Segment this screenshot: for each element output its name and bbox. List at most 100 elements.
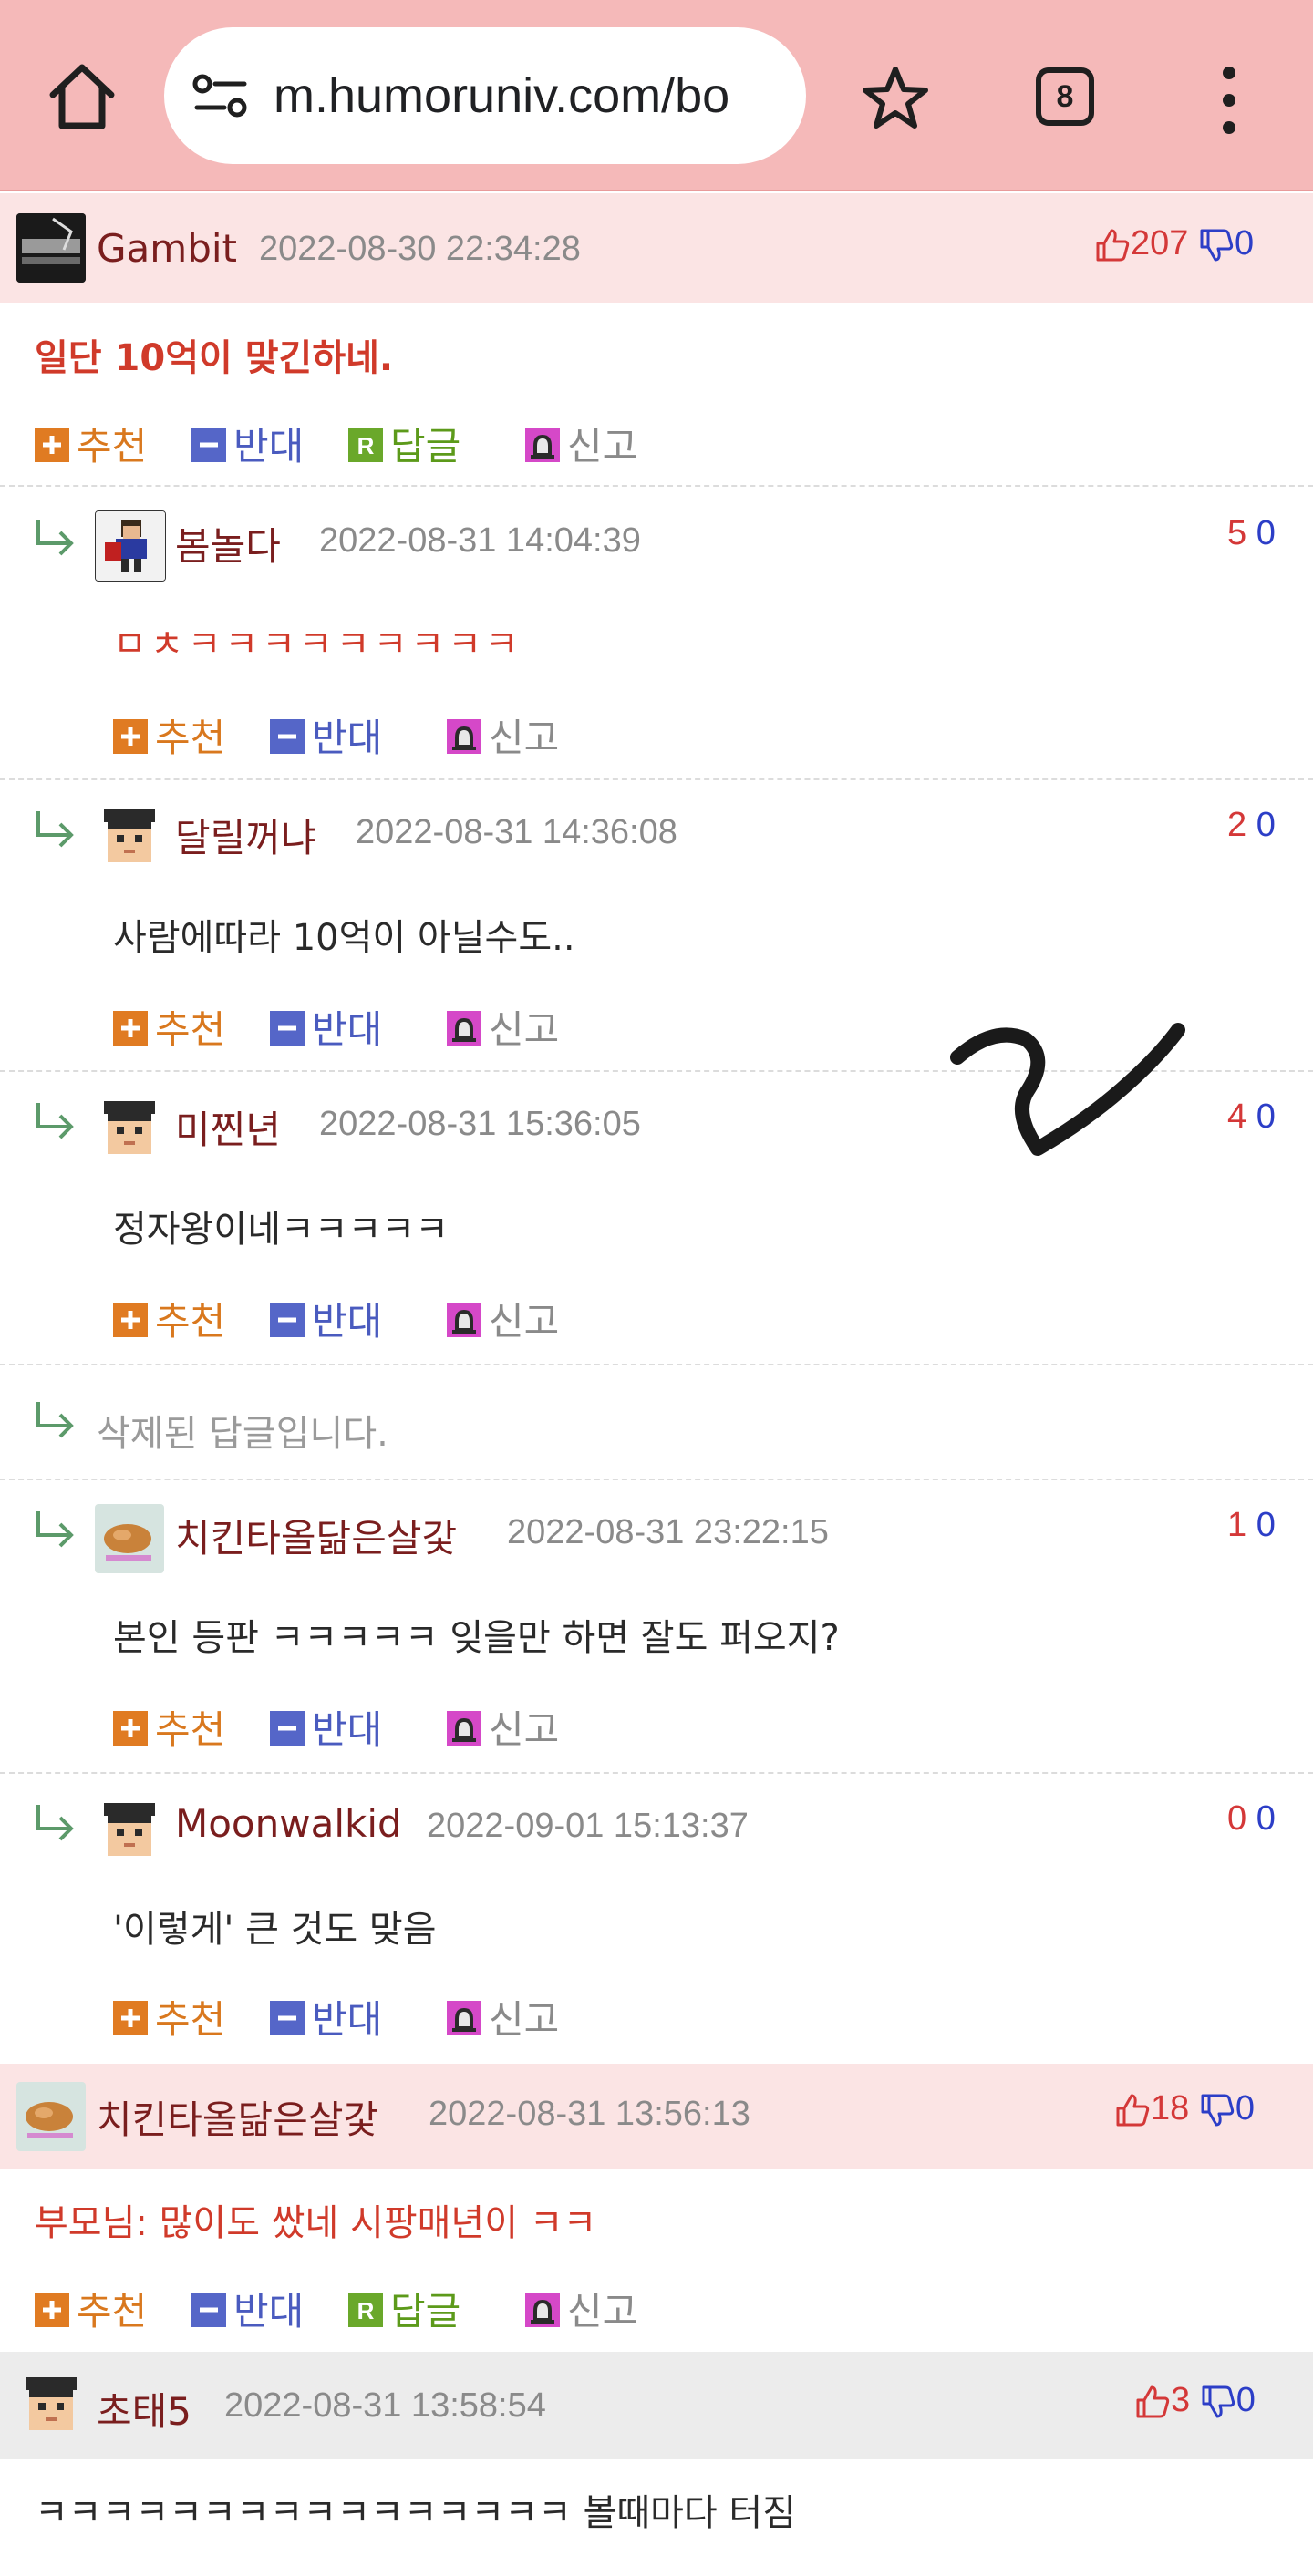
- plus-icon: [113, 2000, 148, 2035]
- oppose-label: 반대: [312, 1299, 383, 1344]
- reply-comment: 치킨타올닮은살갗 2022-08-31 23:22:15 1 0 본인 등판 ㅋ…: [0, 1480, 1313, 1774]
- plus-icon: [113, 1710, 148, 1746]
- siren-icon: [525, 2292, 560, 2327]
- downvote-count: 0: [1256, 1097, 1276, 1136]
- upvote-count: 207: [1131, 224, 1189, 263]
- reply-button[interactable]: R 답글: [348, 2281, 460, 2336]
- downvote-count: 0: [1234, 224, 1255, 263]
- oppose-button[interactable]: 반대: [270, 1291, 382, 1346]
- upvote-count: 18: [1151, 2089, 1190, 2128]
- comment-text: 사람에따라 10억이 아닐수도..: [113, 917, 575, 959]
- oppose-button[interactable]: 반대: [270, 1699, 382, 1755]
- report-label: 신고: [489, 1707, 560, 1752]
- reply-r-icon: R: [348, 2292, 383, 2327]
- report-label: 신고: [567, 2289, 638, 2334]
- oppose-button[interactable]: 반대: [191, 416, 304, 471]
- svg-text:R: R: [357, 2297, 375, 2324]
- recommend-button[interactable]: 추천: [113, 999, 225, 1055]
- comment-actions: 추천 반대 신고: [113, 707, 660, 760]
- home-icon[interactable]: [44, 60, 120, 133]
- reply-button[interactable]: R 답글: [348, 416, 460, 471]
- recommend-button[interactable]: 추천: [35, 416, 147, 471]
- report-button[interactable]: 신고: [447, 1699, 559, 1755]
- report-button[interactable]: 신고: [447, 999, 559, 1055]
- report-button[interactable]: 신고: [447, 1291, 559, 1346]
- report-label: 신고: [489, 716, 560, 760]
- report-button[interactable]: 신고: [447, 1989, 559, 2045]
- upvote-count: 2: [1227, 806, 1247, 844]
- upvote-count: 3: [1171, 2381, 1191, 2419]
- recommend-button[interactable]: 추천: [113, 1699, 225, 1755]
- recommend-label: 추천: [77, 2289, 148, 2334]
- recommend-button[interactable]: 추천: [113, 1989, 225, 2045]
- reply-comment: Moonwalkid 2022-09-01 15:13:37 0 0 '이렇게'…: [0, 1774, 1313, 2064]
- oppose-label: 반대: [233, 424, 305, 469]
- vote-score: 5 0: [1227, 514, 1276, 553]
- url-text[interactable]: m.humoruniv.com/bo: [274, 66, 729, 126]
- comment-header: 초태5 2022-08-31 13:58:54 3 0: [0, 2352, 1313, 2459]
- report-button[interactable]: 신고: [447, 707, 559, 763]
- recommend-label: 추천: [155, 1997, 226, 2042]
- report-button[interactable]: 신고: [525, 2281, 637, 2336]
- author-name[interactable]: 초태5: [97, 2381, 191, 2437]
- comment-text: '이렇게' 큰 것도 맞음: [113, 1909, 437, 1951]
- report-label: 신고: [567, 424, 638, 469]
- oppose-button[interactable]: 반대: [270, 707, 382, 763]
- downvote-count: 0: [1235, 2089, 1255, 2128]
- reply-arrow-icon: [33, 1508, 78, 1550]
- bookmark-star-icon[interactable]: [861, 64, 930, 133]
- recommend-label: 추천: [155, 716, 226, 760]
- reply-r-icon: R: [348, 427, 383, 462]
- comment-date: 2022-08-30 22:34:28: [259, 230, 581, 268]
- author-name[interactable]: 달릴꺼냐: [175, 808, 316, 863]
- thumbs-up-icon: [1114, 2092, 1151, 2128]
- minus-icon: [270, 1302, 305, 1337]
- author-name[interactable]: 봄놀다: [175, 516, 281, 572]
- downvote-count: 0: [1256, 1506, 1276, 1544]
- site-settings-icon[interactable]: [191, 71, 250, 122]
- vote-score: 2 0: [1227, 806, 1276, 845]
- siren-icon: [447, 1010, 481, 1046]
- recommend-label: 추천: [155, 1707, 226, 1752]
- address-bar[interactable]: m.humoruniv.com/bo: [164, 27, 806, 164]
- recommend-button[interactable]: 추천: [113, 1291, 225, 1346]
- upvote-count: 0: [1227, 1799, 1247, 1838]
- plus-icon: [113, 718, 148, 754]
- oppose-button[interactable]: 반대: [191, 2281, 304, 2336]
- author-name[interactable]: Moonwalkid: [175, 1801, 402, 1846]
- comment-actions: 추천 반대 R 답글 신고: [35, 2281, 673, 2334]
- plus-icon: [113, 1302, 148, 1337]
- avatar: [95, 1798, 164, 1867]
- svg-text:R: R: [357, 432, 375, 459]
- oppose-label: 반대: [233, 2289, 305, 2334]
- comment-actions: 추천 반대 신고: [113, 1699, 660, 1752]
- oppose-label: 반대: [312, 716, 383, 760]
- comment-actions: 추천 반대 R 답글 신고: [35, 416, 673, 469]
- comment-date: 2022-09-01 15:13:37: [427, 1807, 749, 1845]
- recommend-button[interactable]: 추천: [35, 2281, 147, 2336]
- recommend-button[interactable]: 추천: [113, 707, 225, 763]
- reply-arrow-icon: [33, 1398, 78, 1440]
- deleted-reply: 삭제된 답글입니다.: [0, 1365, 1313, 1480]
- thumbs-up-icon: [1094, 227, 1131, 263]
- siren-icon: [525, 427, 560, 462]
- report-button[interactable]: 신고: [525, 416, 637, 471]
- upvote-count: 1: [1227, 1506, 1247, 1544]
- reply-comment: 봄놀다 2022-08-31 14:04:39 5 0 ㅁㅊㅋㅋㅋㅋㅋㅋㅋㅋㅋ …: [0, 489, 1313, 780]
- author-name[interactable]: 치킨타올닮은살갗: [175, 1508, 457, 1563]
- author-name[interactable]: Gambit: [97, 226, 237, 271]
- tab-switcher-button[interactable]: 8: [1036, 67, 1094, 126]
- plus-icon: [35, 427, 69, 462]
- more-menu-icon[interactable]: [1213, 64, 1246, 137]
- plus-icon: [113, 1010, 148, 1046]
- author-name[interactable]: 치킨타올닮은살갗: [97, 2089, 378, 2145]
- comment-date: 2022-08-31 13:56:13: [429, 2095, 750, 2133]
- oppose-button[interactable]: 반대: [270, 1989, 382, 2045]
- minus-icon: [270, 1710, 305, 1746]
- vote-score: 18 0: [1114, 2089, 1255, 2128]
- oppose-button[interactable]: 반대: [270, 999, 382, 1055]
- thumbs-down-icon: [1199, 2092, 1235, 2128]
- author-name[interactable]: 미찐년: [175, 1099, 281, 1155]
- avatar: [95, 804, 164, 873]
- comment-text: 부모님: 많이도 쌌네 시팡매년이 ㅋㅋ: [35, 2202, 597, 2244]
